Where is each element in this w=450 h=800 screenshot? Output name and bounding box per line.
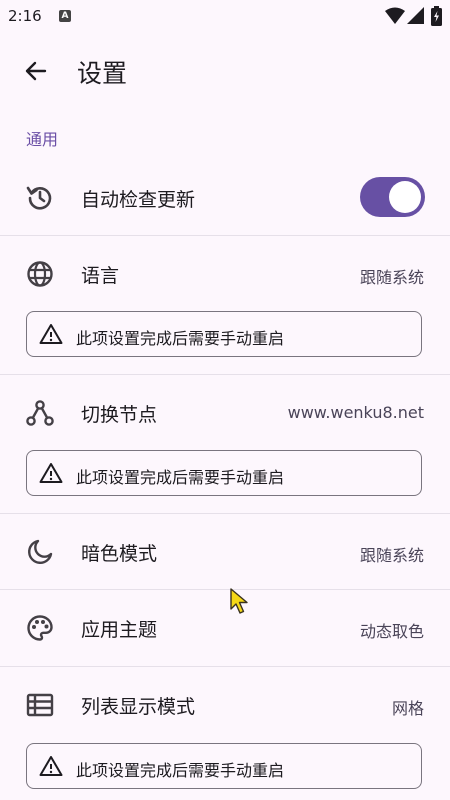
page-title: 设置: [77, 59, 128, 88]
palette-icon: [27, 615, 53, 641]
back-arrow-icon[interactable]: [20, 56, 50, 86]
notification-icon: A: [59, 10, 71, 22]
setting-node[interactable]: 切换节点 www.wenku8.net: [0, 375, 450, 445]
setting-language[interactable]: 语言 跟随系统: [0, 236, 450, 306]
moon-icon: [28, 539, 53, 564]
setting-value: www.wenku8.net: [287, 403, 424, 422]
globe-icon: [27, 261, 53, 287]
setting-value: 跟随系统: [359, 268, 424, 287]
restart-notice-text: 此项设置完成后需要手动重启: [76, 468, 285, 487]
restart-notice: 此项设置完成后需要手动重启: [26, 743, 422, 789]
setting-value: 动态取色: [359, 622, 424, 641]
setting-theme[interactable]: 应用主题 动态取色: [0, 590, 450, 666]
setting-value: 网格: [391, 699, 424, 718]
toggle-knob: [389, 181, 421, 213]
mouse-pointer-icon: [230, 588, 248, 614]
status-bar: 2:16 A: [0, 0, 450, 32]
restart-notice: 此项设置完成后需要手动重启: [26, 311, 422, 357]
table-list-icon: [26, 693, 54, 717]
setting-value: 跟随系统: [359, 546, 424, 565]
restart-notice: 此项设置完成后需要手动重启: [26, 450, 422, 496]
setting-dark-mode[interactable]: 暗色模式 跟随系统: [0, 514, 450, 589]
restart-notice-text: 此项设置完成后需要手动重启: [76, 329, 285, 348]
battery-icon: [431, 6, 442, 26]
warning-icon: [39, 324, 63, 344]
auto-update-toggle[interactable]: [360, 177, 425, 217]
setting-label: 暗色模式: [81, 543, 158, 565]
status-time: 2:16: [8, 7, 42, 25]
setting-label: 应用主题: [81, 619, 158, 641]
update-history-icon: [26, 186, 52, 210]
warning-icon: [39, 463, 63, 483]
signal-icon: [407, 7, 424, 24]
setting-label: 自动检查更新: [81, 189, 196, 211]
warning-icon: [39, 756, 63, 776]
setting-label: 列表显示模式: [81, 696, 196, 718]
restart-notice-text: 此项设置完成后需要手动重启: [76, 761, 285, 780]
wifi-icon: [385, 7, 405, 24]
section-label-general: 通用: [26, 130, 59, 149]
setting-label: 语言: [81, 265, 120, 287]
setting-label: 切换节点: [81, 404, 158, 426]
hub-nodes-icon: [26, 400, 54, 426]
app-bar: 设置: [0, 40, 450, 100]
setting-list-mode[interactable]: 列表显示模式 网格: [0, 667, 450, 737]
